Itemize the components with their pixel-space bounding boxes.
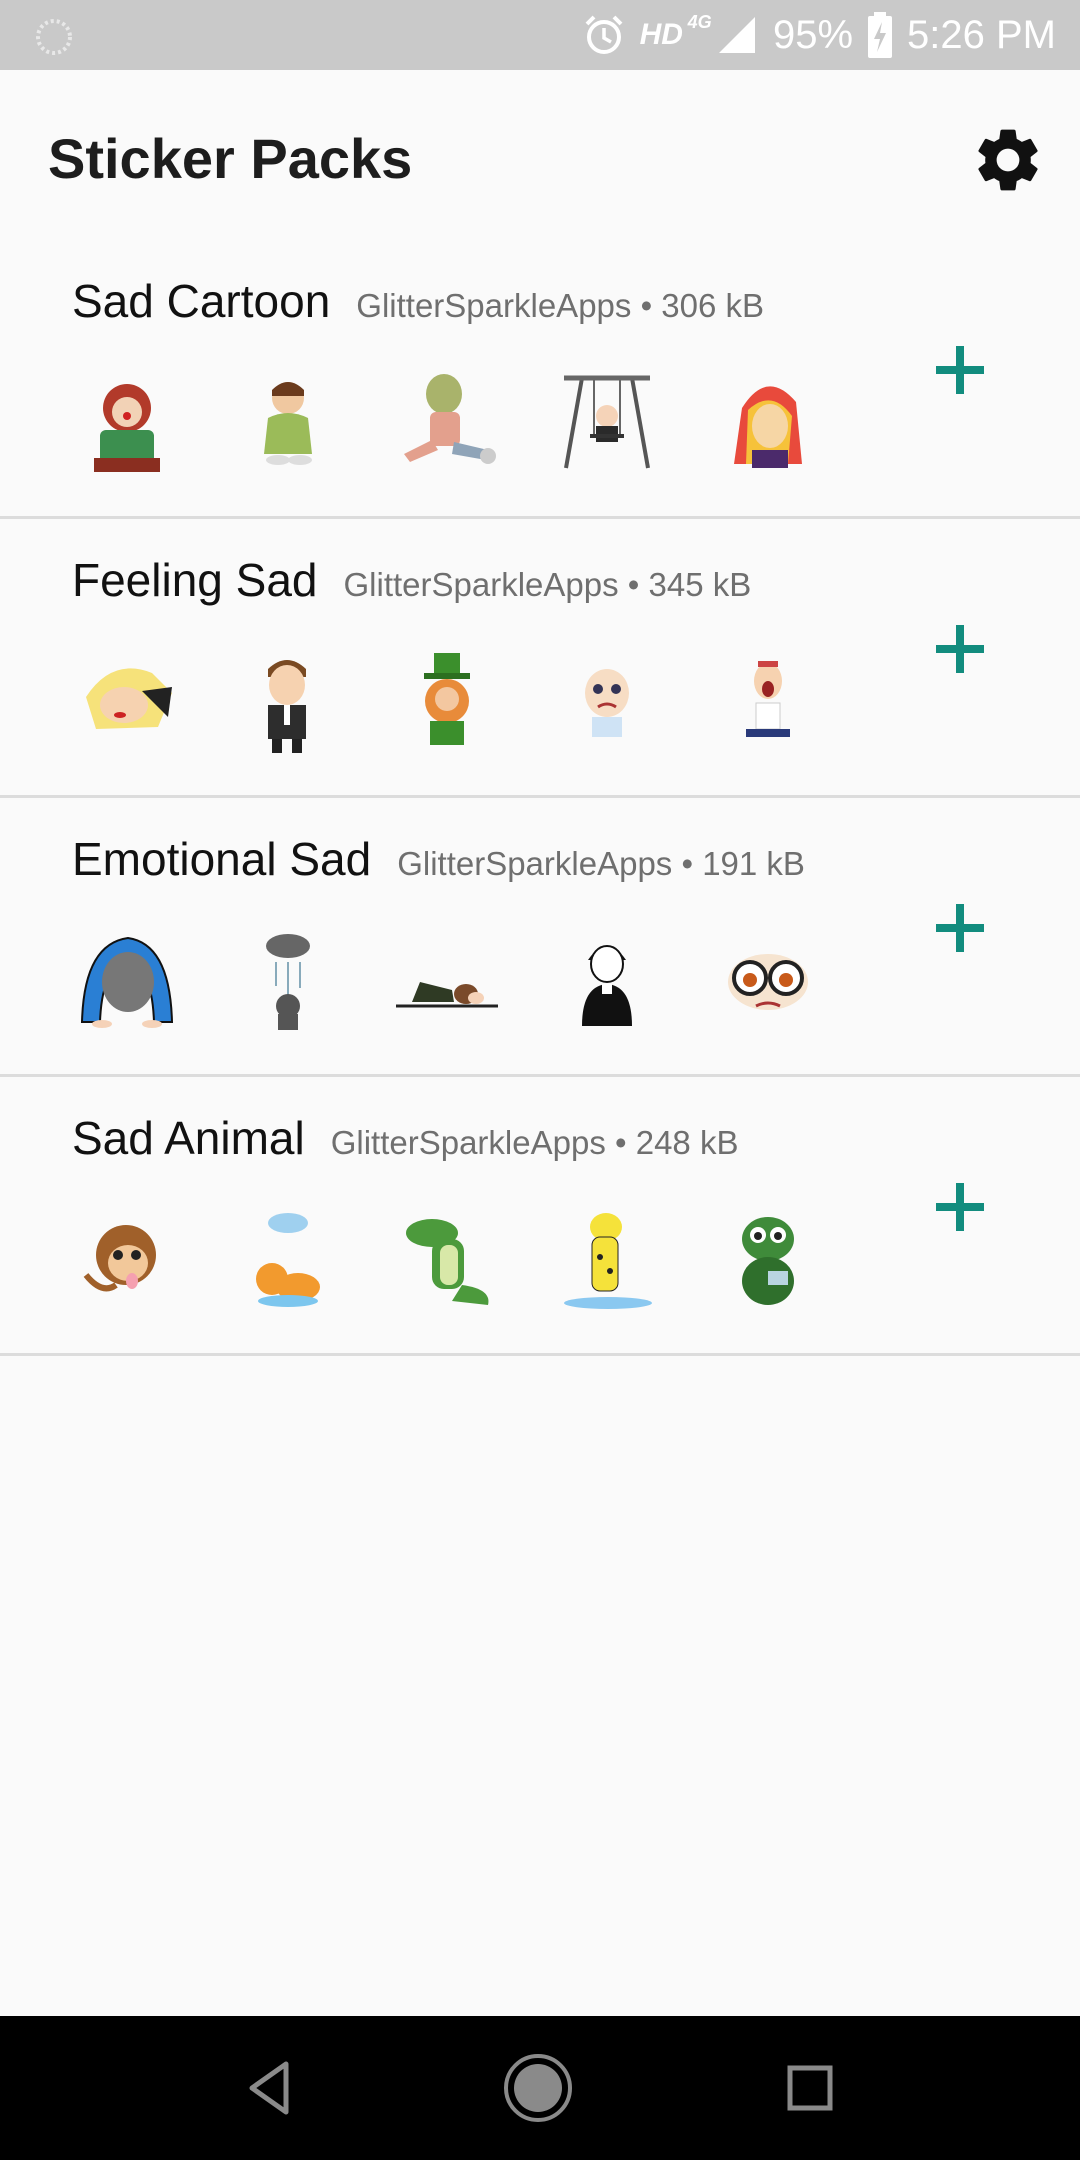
- sad-monkey-sticker: [72, 1205, 182, 1315]
- pack-name: Sad Cartoon: [72, 275, 331, 327]
- crying-kid-sticker: [552, 647, 662, 757]
- sad-turtle-sticker: [712, 1205, 822, 1315]
- home-icon: [504, 2054, 572, 2122]
- battery-charging-icon: [868, 12, 893, 58]
- pack-meta: GlitterSparkleApps • 248 kB: [330, 1124, 739, 1161]
- rain-cloud-sticker: [232, 926, 342, 1036]
- battery-percent: 95%: [772, 12, 854, 57]
- plus-icon: [936, 904, 984, 952]
- loading-spinner-icon: [36, 19, 72, 55]
- recents-icon: [787, 2065, 833, 2111]
- app-bar: Sticker Packs: [0, 70, 1080, 240]
- sticker-pack-row[interactable]: Sad Animal GlitterSparkleApps • 248 kB: [0, 1077, 1080, 1356]
- navigation-bar: [0, 2016, 1080, 2160]
- alarm-icon: [585, 15, 623, 54]
- pack-meta: GlitterSparkleApps • 191 kB: [397, 845, 805, 882]
- sad-boy-sticker: [232, 368, 342, 478]
- crying-glasses-sticker: [712, 926, 822, 1036]
- pack-meta: GlitterSparkleApps • 306 kB: [356, 287, 765, 324]
- plus-icon: [936, 625, 984, 673]
- pack-name: Sad Animal: [72, 1112, 305, 1164]
- clock: 5:26 PM: [907, 12, 1056, 57]
- sad-clown-sticker: [72, 368, 182, 478]
- back-button[interactable]: [234, 2052, 306, 2124]
- pack-name: Emotional Sad: [72, 833, 372, 885]
- status-bar: HD 4G 95% 5:26 PM: [0, 0, 1080, 70]
- sad-man-sticker: [232, 647, 342, 757]
- back-icon: [249, 2061, 289, 2115]
- pack-meta: GlitterSparkleApps • 345 kB: [343, 566, 752, 603]
- plus-icon: [936, 1183, 984, 1231]
- sticker-pack-row[interactable]: Sad Cartoon GlitterSparkleApps • 306 kB: [0, 240, 1080, 519]
- pack-name: Feeling Sad: [72, 554, 318, 606]
- pack-header: Feeling Sad GlitterSparkleApps • 345 kB: [72, 553, 751, 607]
- recents-button[interactable]: [774, 2052, 846, 2124]
- sticker-previews: [72, 926, 822, 1036]
- sticker-pack-row[interactable]: Emotional Sad GlitterSparkleApps • 191 k…: [0, 798, 1080, 1077]
- network-type-label: HD 4G: [639, 12, 712, 51]
- status-icons: HD 4G 95% 5:26 PM: [582, 0, 1056, 70]
- gear-icon: [978, 129, 1038, 191]
- page-title: Sticker Packs: [48, 127, 413, 190]
- sticker-previews: [72, 647, 822, 757]
- bowing-person-sticker: [72, 926, 182, 1036]
- pack-header: Sad Animal GlitterSparkleApps • 248 kB: [72, 1111, 738, 1165]
- home-button[interactable]: [502, 2052, 574, 2124]
- add-to-whatsapp-button[interactable]: [930, 1177, 990, 1237]
- sad-swing-sticker: [552, 368, 662, 478]
- sad-cartoon-sticker: [712, 647, 822, 757]
- settings-button[interactable]: [970, 122, 1046, 198]
- crying-woman-sticker: [72, 647, 182, 757]
- sad-leprechaun-sticker: [392, 647, 502, 757]
- add-to-whatsapp-button[interactable]: [930, 898, 990, 958]
- signal-icon: [718, 17, 755, 53]
- sad-cat-sticker: [232, 1205, 342, 1315]
- sad-person-sticker: [552, 926, 662, 1036]
- sticker-pack-list: Sad Cartoon GlitterSparkleApps • 306 kB: [0, 240, 1080, 1356]
- add-to-whatsapp-button[interactable]: [930, 619, 990, 679]
- sticker-previews: [72, 1205, 822, 1315]
- wet-dog-sticker: [552, 1205, 662, 1315]
- sad-crocodile-sticker: [392, 1205, 502, 1315]
- lying-down-sticker: [392, 926, 502, 1036]
- sticker-pack-row[interactable]: Feeling Sad GlitterSparkleApps • 345 kB: [0, 519, 1080, 798]
- pack-header: Sad Cartoon GlitterSparkleApps • 306 kB: [72, 274, 764, 328]
- sad-zombie-sticker: [392, 368, 502, 478]
- pack-header: Emotional Sad GlitterSparkleApps • 191 k…: [72, 832, 805, 886]
- sad-pony-girl-sticker: [712, 368, 822, 478]
- sticker-previews: [72, 368, 822, 478]
- add-to-whatsapp-button[interactable]: [930, 340, 990, 400]
- plus-icon: [936, 346, 984, 394]
